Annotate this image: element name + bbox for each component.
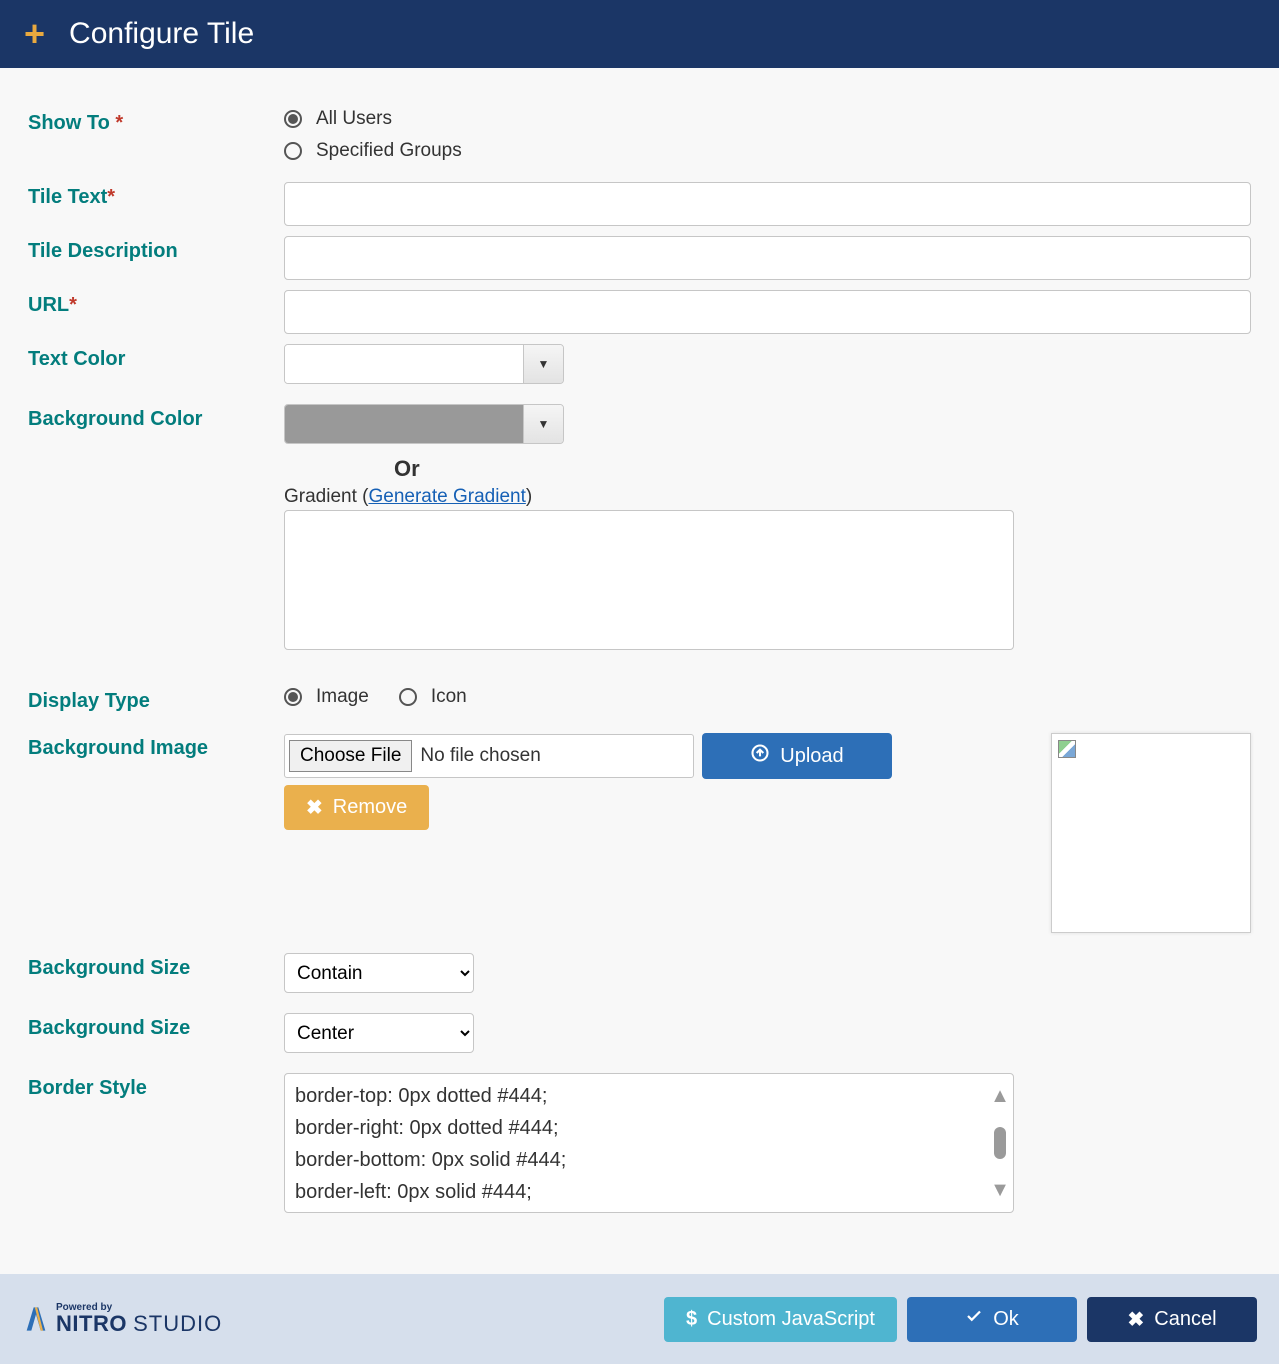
label-background-size-2: Background Size bbox=[28, 1013, 284, 1040]
chevron-down-icon[interactable]: ▼ bbox=[523, 405, 563, 443]
or-separator: Or bbox=[284, 444, 754, 486]
label-display-type: Display Type bbox=[28, 686, 284, 713]
bg-color-swatch bbox=[285, 405, 523, 443]
radio-all-users-label: All Users bbox=[316, 108, 392, 130]
border-style-input[interactable]: border-top: 0px dotted #444; border-righ… bbox=[284, 1073, 1014, 1213]
scrollbar[interactable]: ▲ ▼ bbox=[991, 1080, 1009, 1206]
gradient-label: Gradient (Generate Gradient) bbox=[284, 486, 1251, 508]
dialog-footer: Powered by NITRO STUDIO $ Custom JavaScr… bbox=[0, 1274, 1279, 1364]
cancel-button[interactable]: ✖ Cancel bbox=[1087, 1297, 1257, 1342]
label-border-style: Border Style bbox=[28, 1073, 284, 1100]
file-picker[interactable]: Choose File No file chosen bbox=[284, 734, 694, 778]
radio-specified-groups-label: Specified Groups bbox=[316, 140, 462, 162]
label-tile-text: Tile Text* bbox=[28, 182, 284, 209]
label-background-color: Background Color bbox=[28, 404, 284, 431]
brand-logo-area: Powered by NITRO STUDIO bbox=[22, 1303, 222, 1335]
radio-image[interactable] bbox=[284, 688, 302, 706]
radio-icon-label: Icon bbox=[431, 686, 467, 708]
label-show-to: Show To * bbox=[28, 108, 284, 135]
check-icon bbox=[965, 1307, 983, 1331]
close-icon: ✖ bbox=[1127, 1307, 1144, 1332]
remove-button[interactable]: ✖ Remove bbox=[284, 785, 429, 830]
scroll-up-icon[interactable]: ▲ bbox=[990, 1080, 1010, 1112]
scroll-thumb[interactable] bbox=[994, 1127, 1006, 1159]
dialog-title: Configure Tile bbox=[69, 17, 254, 51]
plus-icon: + bbox=[24, 16, 45, 52]
nitro-logo-icon bbox=[22, 1305, 50, 1333]
broken-image-icon bbox=[1058, 740, 1076, 758]
show-to-radio-group: All Users Specified Groups bbox=[284, 108, 1251, 162]
label-background-image: Background Image bbox=[28, 733, 284, 760]
radio-all-users[interactable] bbox=[284, 110, 302, 128]
background-size-select-2[interactable]: Center bbox=[284, 1013, 474, 1053]
brand-name: NITRO STUDIO bbox=[56, 1313, 222, 1335]
label-text-color: Text Color bbox=[28, 344, 284, 371]
background-size-select-1[interactable]: Contain bbox=[284, 953, 474, 993]
generate-gradient-link[interactable]: Generate Gradient bbox=[368, 486, 525, 507]
label-url: URL* bbox=[28, 290, 284, 317]
ok-button[interactable]: Ok bbox=[907, 1297, 1077, 1342]
close-icon: ✖ bbox=[306, 795, 323, 820]
dollar-icon: $ bbox=[686, 1308, 697, 1331]
image-preview bbox=[1051, 733, 1251, 933]
required-asterisk: * bbox=[115, 112, 123, 134]
scroll-down-icon[interactable]: ▼ bbox=[990, 1174, 1010, 1206]
required-asterisk: * bbox=[69, 294, 77, 316]
label-tile-description: Tile Description bbox=[28, 236, 284, 263]
choose-file-button[interactable]: Choose File bbox=[289, 740, 412, 772]
text-color-swatch bbox=[285, 345, 523, 383]
text-color-picker[interactable]: ▼ bbox=[284, 344, 564, 384]
radio-image-label: Image bbox=[316, 686, 369, 708]
gradient-css-input[interactable] bbox=[284, 510, 1014, 650]
radio-specified-groups[interactable] bbox=[284, 142, 302, 160]
radio-icon[interactable] bbox=[399, 688, 417, 706]
bg-color-picker[interactable]: ▼ bbox=[284, 404, 564, 444]
file-status: No file chosen bbox=[412, 745, 540, 767]
tile-text-input[interactable] bbox=[284, 182, 1251, 226]
url-input[interactable] bbox=[284, 290, 1251, 334]
required-asterisk: * bbox=[107, 186, 115, 208]
border-style-text: border-top: 0px dotted #444; border-righ… bbox=[295, 1080, 1003, 1208]
chevron-down-icon[interactable]: ▼ bbox=[523, 345, 563, 383]
tile-description-input[interactable] bbox=[284, 236, 1251, 280]
upload-button[interactable]: Upload bbox=[702, 733, 892, 779]
dialog-body: Show To * All Users Specified Groups Til… bbox=[0, 68, 1279, 1262]
display-type-radio-group: Image Icon bbox=[284, 686, 1251, 708]
dialog-header: + Configure Tile bbox=[0, 0, 1279, 68]
label-background-size-1: Background Size bbox=[28, 953, 284, 980]
custom-javascript-button[interactable]: $ Custom JavaScript bbox=[664, 1297, 897, 1342]
upload-icon bbox=[750, 743, 770, 769]
